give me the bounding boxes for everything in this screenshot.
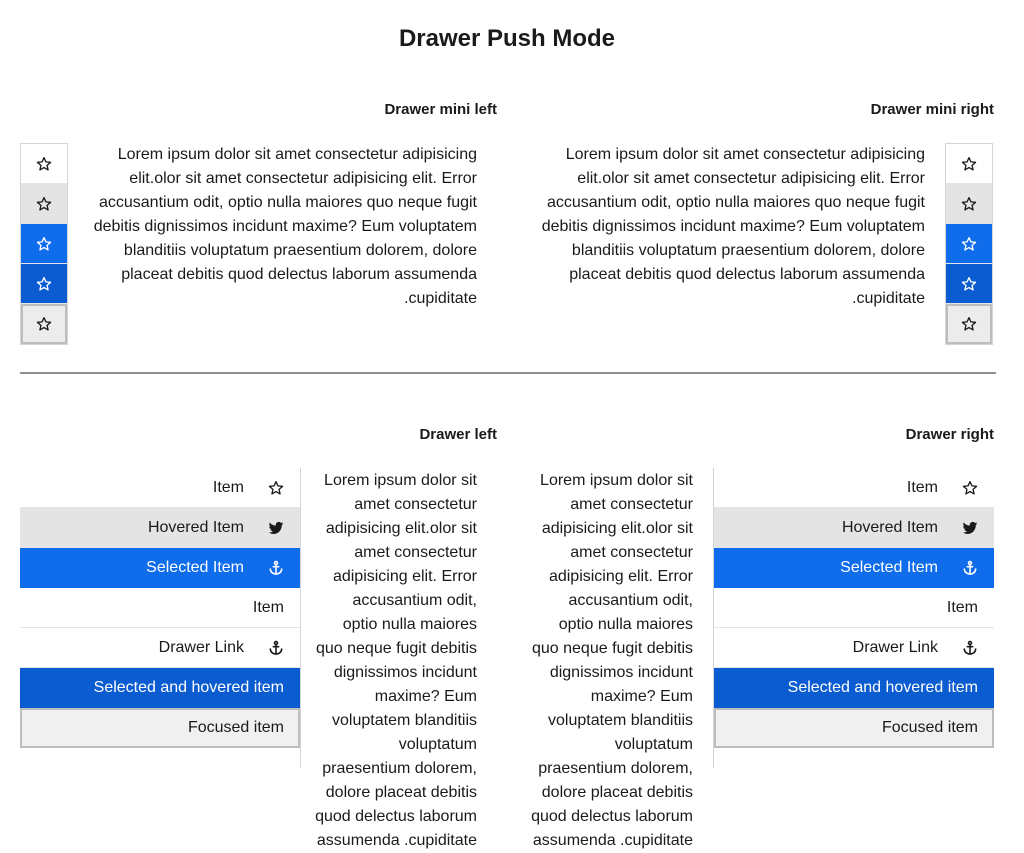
star-icon — [961, 276, 977, 292]
anchor-icon — [962, 640, 978, 656]
anchor-icon — [268, 640, 284, 656]
drawer-item-label: Hovered Item — [147, 518, 244, 536]
drawer-item-label: Selected and hovered item — [93, 678, 284, 696]
drawer-right-item-7[interactable]: Focused item — [714, 708, 994, 748]
drawer-left-item-1[interactable]: Item — [20, 468, 300, 508]
drawer-right-item-4[interactable]: Item — [714, 588, 994, 628]
anchor-icon — [962, 560, 978, 576]
drawer-right-content: Lorem ipsum dolor sit amet consectetur a… — [531, 472, 693, 849]
drawer-item-label: Drawer Link — [158, 638, 244, 656]
page-title: Drawer Push Mode — [398, 25, 616, 52]
star-icon — [36, 236, 52, 252]
star-icon — [961, 236, 977, 252]
drawer-left-item-5[interactable]: Drawer Link — [20, 628, 300, 668]
mini-left-content: Lorem ipsum dolor sit amet consectetur a… — [93, 146, 477, 307]
mini-right-item-1[interactable] — [946, 144, 992, 184]
drawer-item-label: Focused item — [881, 718, 978, 736]
drawer-left-item-3[interactable]: Selected Item — [20, 548, 300, 588]
drawer-left-item-2[interactable]: Hovered Item — [20, 508, 300, 548]
drawer-item-label: Selected Item — [146, 558, 244, 576]
mini-left-item-2[interactable] — [21, 184, 67, 224]
drawer-left-item-7[interactable]: Focused item — [20, 708, 300, 748]
star-icon — [961, 196, 977, 212]
star-icon — [961, 316, 977, 332]
section-divider — [20, 372, 996, 374]
drawer-left-item-4[interactable]: Item — [20, 588, 300, 628]
mini-right-title: Drawer mini right — [870, 101, 994, 118]
twitter-icon — [962, 520, 978, 536]
mini-left-item-1[interactable] — [21, 144, 67, 184]
mini-right-content: Lorem ipsum dolor sit amet consectetur a… — [541, 146, 925, 307]
drawer-right-title: Drawer right — [905, 426, 994, 443]
drawer-item-label: Selected Item — [840, 558, 938, 576]
mini-right-item-2[interactable] — [946, 184, 992, 224]
mini-drawer-left — [20, 143, 68, 345]
drawer-item-label: Item — [212, 478, 244, 496]
drawer-left-item-6[interactable]: Selected and hovered item — [20, 668, 300, 708]
star-icon — [268, 480, 284, 496]
mini-drawer-right — [945, 143, 993, 345]
drawer-left-title: Drawer left — [419, 426, 497, 443]
anchor-icon — [268, 560, 284, 576]
mini-left-item-3[interactable] — [21, 224, 67, 264]
drawer-item-label: Selected and hovered item — [787, 678, 978, 696]
star-icon — [962, 480, 978, 496]
star-icon — [36, 196, 52, 212]
drawer-left-content: Lorem ipsum dolor sit amet consectetur a… — [315, 472, 477, 849]
star-icon — [961, 156, 977, 172]
drawer-right-item-5[interactable]: Drawer Link — [714, 628, 994, 668]
mini-left-item-5[interactable] — [21, 304, 67, 344]
mini-right-item-3[interactable] — [946, 224, 992, 264]
drawer-left: Item Hovered Item Selected Item Item Drawer … — [20, 468, 301, 768]
star-icon — [36, 156, 52, 172]
drawer-item-label: Hovered Item — [841, 518, 938, 536]
drawer-item-label: Item — [252, 598, 284, 616]
twitter-icon — [268, 520, 284, 536]
drawer-item-label: Focused item — [187, 718, 284, 736]
drawer-right: Item Hovered Item Selected Item Item Drawer … — [713, 468, 994, 768]
drawer-right-item-3[interactable]: Selected Item — [714, 548, 994, 588]
drawer-item-label: Item — [946, 598, 978, 616]
mini-right-item-4[interactable] — [946, 264, 992, 304]
mini-left-title: Drawer mini left — [384, 101, 497, 118]
drawer-right-item-6[interactable]: Selected and hovered item — [714, 668, 994, 708]
mini-right-item-5[interactable] — [946, 304, 992, 344]
drawer-right-item-2[interactable]: Hovered Item — [714, 508, 994, 548]
mini-left-item-4[interactable] — [21, 264, 67, 304]
drawer-item-label: Drawer Link — [852, 638, 938, 656]
star-icon — [36, 316, 52, 332]
star-icon — [36, 276, 52, 292]
drawer-item-label: Item — [906, 478, 938, 496]
drawer-right-item-1[interactable]: Item — [714, 468, 994, 508]
